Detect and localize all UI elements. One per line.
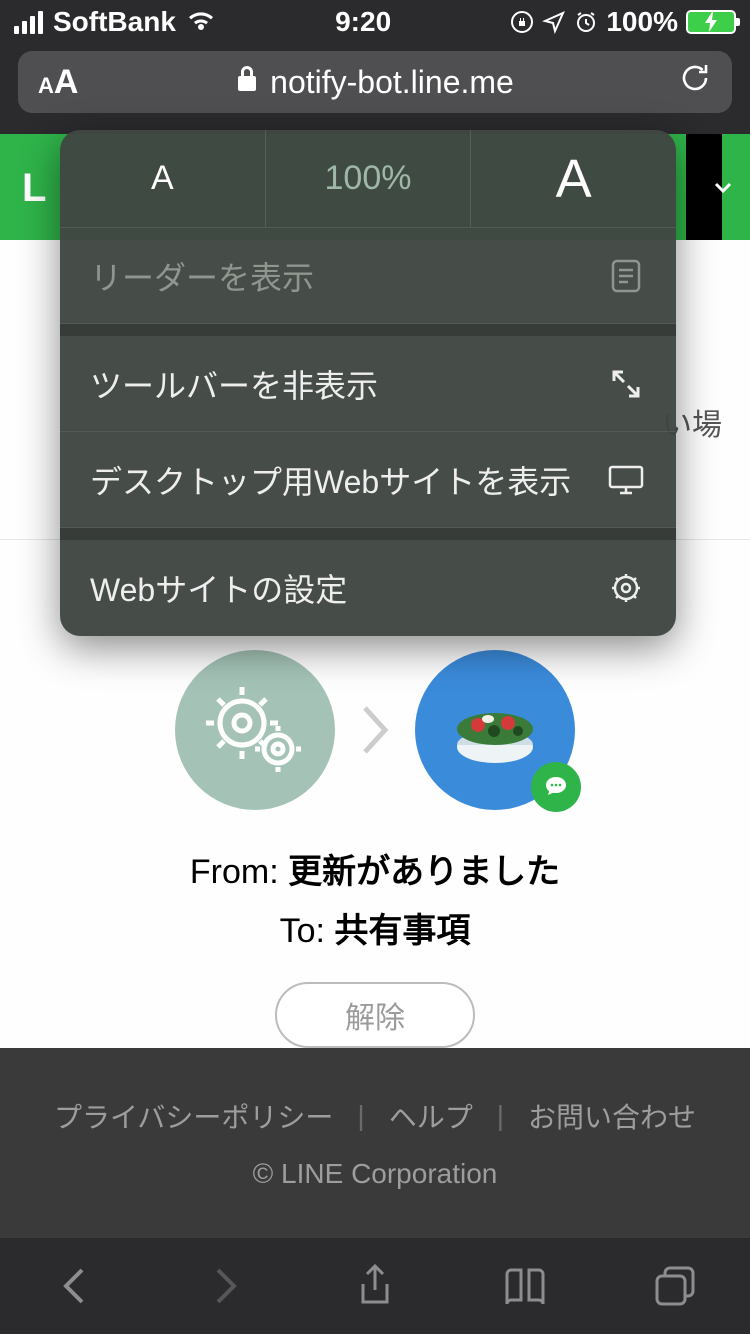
signal-strength-icon	[14, 11, 43, 34]
back-button[interactable]	[45, 1256, 105, 1316]
unlink-button[interactable]: 解除	[275, 982, 475, 1048]
decrease-text-button[interactable]: A	[60, 130, 266, 227]
bookmarks-button[interactable]	[495, 1256, 555, 1316]
carrier-label: SoftBank	[53, 6, 176, 38]
chat-badge-icon	[531, 762, 581, 812]
expand-icon	[606, 364, 646, 404]
battery-percent-label: 100%	[606, 6, 678, 38]
text-size-popup: A 100% A リーダーを表示 ツールバーを非表示 デスクトップ用Webサイト…	[60, 130, 676, 636]
target-app-icon	[415, 650, 575, 810]
domain-label: notify-bot.line.me	[270, 64, 514, 101]
gear-icon	[606, 568, 646, 608]
share-button[interactable]	[345, 1256, 405, 1316]
arrow-right-icon	[359, 702, 391, 758]
address-field[interactable]: AA notify-bot.line.me	[18, 51, 732, 113]
reader-icon	[606, 256, 646, 296]
from-value: 更新がありました	[288, 853, 560, 891]
lock-icon	[236, 66, 258, 99]
hide-toolbar-item[interactable]: ツールバーを非表示	[60, 336, 676, 432]
show-reader-item: リーダーを表示	[60, 228, 676, 324]
text-size-button[interactable]: AA	[38, 63, 78, 102]
to-value: 共有事項	[334, 912, 470, 950]
to-label: To:	[280, 912, 325, 950]
contact-link[interactable]: お問い合わせ	[528, 1096, 696, 1136]
chevron-down-icon[interactable]	[712, 176, 734, 198]
forward-button[interactable]	[195, 1256, 255, 1316]
page-footer: プライバシーポリシー | ヘルプ | お問い合わせ © LINE Corpora…	[0, 1048, 750, 1238]
wifi-icon	[186, 10, 216, 34]
service-gear-icon	[175, 650, 335, 810]
help-link[interactable]: ヘルプ	[389, 1096, 473, 1136]
request-desktop-item[interactable]: デスクトップ用Webサイトを表示	[60, 432, 676, 528]
website-settings-item[interactable]: Webサイトの設定	[60, 540, 676, 636]
alarm-icon	[574, 10, 598, 34]
orientation-lock-icon	[510, 10, 534, 34]
zoom-percent-label: 100%	[266, 130, 472, 227]
status-bar: SoftBank 9:20 100%	[0, 0, 750, 44]
browser-toolbar	[0, 1238, 750, 1334]
clock-label: 9:20	[335, 6, 391, 38]
tabs-button[interactable]	[645, 1256, 705, 1316]
location-icon	[542, 10, 566, 34]
increase-text-button[interactable]: A	[471, 130, 676, 227]
desktop-icon	[606, 460, 646, 500]
browser-url-bar: AA notify-bot.line.me	[0, 44, 750, 134]
from-label: From:	[190, 853, 279, 891]
battery-icon	[686, 10, 736, 34]
reload-button[interactable]	[678, 61, 712, 103]
privacy-link[interactable]: プライバシーポリシー	[54, 1096, 333, 1136]
line-logo-initial: L	[22, 166, 46, 211]
copyright-label: © LINE Corporation	[253, 1158, 498, 1190]
